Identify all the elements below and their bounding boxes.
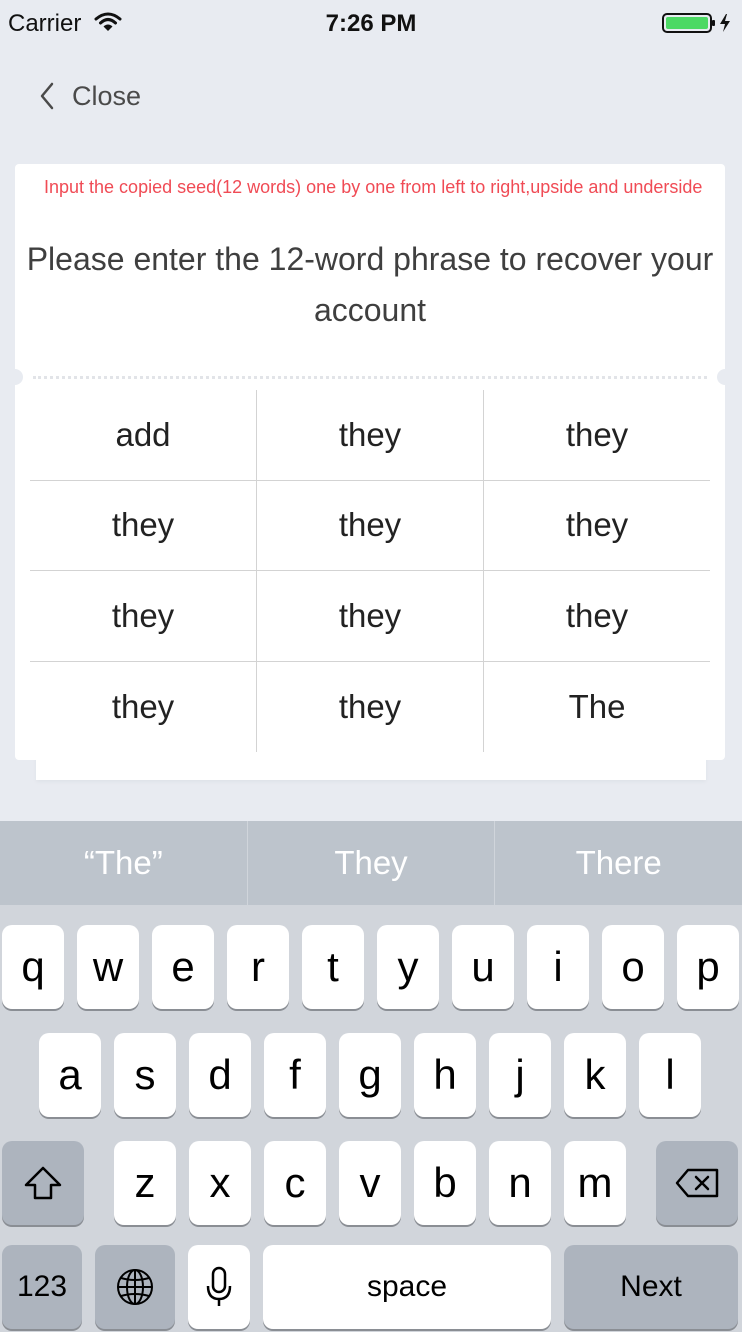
globe-key[interactable] — [95, 1245, 175, 1329]
key-e[interactable]: e — [152, 925, 214, 1009]
key-y[interactable]: y — [377, 925, 439, 1009]
page-title: Please enter the 12-word phrase to recov… — [26, 241, 714, 328]
key-q[interactable]: q — [2, 925, 64, 1009]
clock: 7:26 PM — [325, 10, 417, 37]
globe-icon — [117, 1269, 153, 1305]
key-u[interactable]: u — [452, 925, 514, 1009]
status-bar: Carrier 7:26 PM — [0, 0, 742, 46]
key-i[interactable]: i — [527, 925, 589, 1009]
next-key[interactable]: Next — [564, 1245, 738, 1329]
microphone-icon — [206, 1266, 232, 1306]
delete-key[interactable] — [656, 1141, 738, 1225]
close-button[interactable]: Close — [36, 74, 141, 118]
seed-hint: Input the copied seed(12 words) one by o… — [44, 177, 703, 197]
backspace-icon — [675, 1168, 719, 1198]
key-t[interactable]: t — [302, 925, 364, 1009]
dotted-divider — [33, 376, 707, 379]
key-a[interactable]: a — [39, 1033, 101, 1117]
space-key[interactable]: space — [263, 1245, 551, 1329]
key-m[interactable]: m — [564, 1141, 626, 1225]
suggestion-1[interactable]: “The” — [0, 821, 247, 905]
shift-key[interactable] — [2, 1141, 84, 1225]
key-v[interactable]: v — [339, 1141, 401, 1225]
seed-word-6[interactable]: they — [484, 481, 710, 571]
key-d[interactable]: d — [189, 1033, 251, 1117]
close-label: Close — [72, 80, 142, 111]
chevron-left-icon — [40, 82, 54, 110]
key-z[interactable]: z — [114, 1141, 176, 1225]
seed-word-12[interactable]: The — [484, 662, 710, 753]
numbers-key[interactable]: 123 — [2, 1245, 82, 1329]
seed-word-10[interactable]: they — [30, 661, 257, 752]
key-n[interactable]: n — [489, 1141, 551, 1225]
seed-word-5[interactable]: they — [257, 480, 484, 571]
keyboard: q w e r t y u i o p a s d f g h j k l z … — [0, 905, 742, 1332]
shift-icon — [24, 1166, 62, 1200]
key-j[interactable]: j — [489, 1033, 551, 1117]
seed-word-2[interactable]: they — [257, 390, 484, 481]
key-p[interactable]: p — [677, 925, 739, 1009]
key-w[interactable]: w — [77, 925, 139, 1009]
seed-word-11[interactable]: they — [257, 661, 484, 752]
key-k[interactable]: k — [564, 1033, 626, 1117]
battery-icon — [662, 13, 730, 33]
suggestion-bar: “The” They There — [0, 821, 742, 905]
key-h[interactable]: h — [414, 1033, 476, 1117]
seed-word-7[interactable]: they — [30, 571, 257, 662]
card-notch-left — [7, 369, 23, 385]
dictation-key[interactable] — [188, 1245, 250, 1329]
suggestion-3[interactable]: There — [494, 821, 742, 905]
key-f[interactable]: f — [264, 1033, 326, 1117]
seed-word-8[interactable]: they — [257, 571, 484, 662]
key-o[interactable]: o — [602, 925, 664, 1009]
key-x[interactable]: x — [189, 1141, 251, 1225]
seed-word-1[interactable]: add — [30, 390, 257, 481]
seed-word-grid: add they they they they they they they t… — [30, 390, 710, 752]
suggestion-2[interactable]: They — [246, 821, 495, 905]
seed-entry-card: Input the copied seed(12 words) one by o… — [7, 164, 733, 760]
seed-word-3[interactable]: they — [484, 390, 710, 481]
key-b[interactable]: b — [414, 1141, 476, 1225]
key-c[interactable]: c — [264, 1141, 326, 1225]
key-l[interactable]: l — [639, 1033, 701, 1117]
card-notch-right — [717, 369, 733, 385]
seed-word-4[interactable]: they — [30, 480, 257, 571]
seed-word-9[interactable]: they — [484, 571, 710, 662]
key-s[interactable]: s — [114, 1033, 176, 1117]
key-r[interactable]: r — [227, 925, 289, 1009]
key-g[interactable]: g — [339, 1033, 401, 1117]
